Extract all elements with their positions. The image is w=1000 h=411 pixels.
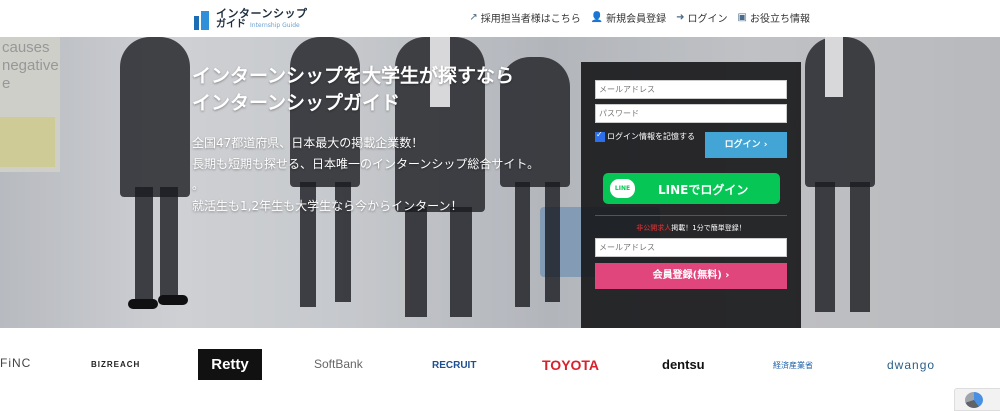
sign-in-icon: ➜ <box>676 12 685 23</box>
logo-main-text: インターンシップ <box>216 7 308 20</box>
register-email-input[interactable] <box>595 238 787 257</box>
logo-dwango: dwango <box>887 358 936 372</box>
header-nav: ↗ 採用担当者様はこちら 👤 新規会員登録 ➜ ログイン ▣ お役立ち情報 <box>469 10 810 25</box>
logo-meti: 経済産業省 <box>773 361 813 370</box>
hero-title-line: インターンシップガイド <box>192 92 401 114</box>
logo-sub-text: ガイド <box>216 19 246 30</box>
user-plus-icon: 👤 <box>590 12 604 23</box>
site-logo[interactable]: インターンシップ ガイド Internship Guide <box>192 6 307 32</box>
logo-dentsu: dentsu <box>662 357 705 372</box>
hero-title: インターンシップを大学生が探すなら インターンシップガイド <box>192 63 514 117</box>
line-icon: LINE <box>610 179 635 198</box>
logo-bizreach: BIZREACH <box>91 360 141 369</box>
hero-title-line: インターンシップを大学生が探すなら <box>192 65 515 87</box>
nav-register-label: 新規会員登録 <box>606 14 667 25</box>
hero-description: 全国47都道府県、日本最大の掲載企業数！ 長期も短期も探せる、日本唯一のインター… <box>192 133 539 217</box>
logo-retty: Retty <box>198 349 262 380</box>
recaptcha-icon <box>965 392 983 408</box>
line-login-label: LINEでログイン <box>658 183 749 197</box>
login-button[interactable]: ログイン › <box>705 132 787 158</box>
nav-login-label: ログイン <box>687 14 728 25</box>
login-email-input[interactable] <box>595 80 787 99</box>
remember-label: ログイン情報を記憶する <box>607 132 695 141</box>
external-link-icon: ↗ <box>469 12 478 23</box>
remember-checkbox[interactable] <box>595 130 605 142</box>
logo-mark-icon <box>192 8 212 30</box>
nav-info-link[interactable]: ▣ お役立ち情報 <box>738 10 810 25</box>
hero-desc-line: 就活生も1,2年生も大学生なら今からインターン！ <box>192 199 463 213</box>
logo-toyota: TOYOTA <box>542 357 600 373</box>
login-panel: ログイン情報を記憶する ログイン › LINE LINEでログイン 非公開求人掲… <box>581 62 801 328</box>
hero-desc-line: 全国47都道府県、日本最大の掲載企業数！ <box>192 136 424 150</box>
register-promo: 非公開求人掲載！1分で簡単登録！ <box>581 223 801 233</box>
line-login-button[interactable]: LINE LINEでログイン <box>603 173 780 204</box>
nav-info-label: お役立ち情報 <box>750 14 810 25</box>
nav-recruiter-link[interactable]: ↗ 採用担当者様はこちら <box>469 10 580 25</box>
hero-desc-line: 長期も短期も探せる、日本唯一のインターンシップ総合サイト。 <box>192 157 540 171</box>
book-icon: ▣ <box>737 12 747 23</box>
nav-recruiter-label: 採用担当者様はこちら <box>480 14 581 25</box>
nav-login-link[interactable]: ➜ ログイン <box>676 10 727 25</box>
nav-register-link[interactable]: 👤 新規会員登録 <box>591 10 666 25</box>
site-header: インターンシップ ガイド Internship Guide ↗ 採用担当者様はこち… <box>0 0 1000 37</box>
recaptcha-badge[interactable] <box>954 388 1000 411</box>
hero-section: causes negative e インターンシップを大学生が探すなら インター… <box>0 37 1000 328</box>
hero-desc-line: 。 <box>192 178 205 192</box>
logo-tagline: Internship Guide <box>250 22 300 29</box>
remember-me[interactable]: ログイン情報を記憶する <box>595 130 695 142</box>
logo-softbank: SoftBank <box>314 357 363 371</box>
logo-recruit: RECRUIT <box>432 360 477 371</box>
register-button[interactable]: 会員登録(無料) › <box>595 263 787 289</box>
promo-text: 掲載！1分で簡単登録！ <box>671 224 746 232</box>
logo-finc: FiNC <box>0 356 32 370</box>
login-password-input[interactable] <box>595 104 787 123</box>
panel-divider <box>595 215 787 216</box>
company-logos: FiNC BIZREACH Retty SoftBank RECRUIT TOY… <box>0 328 1000 409</box>
promo-highlight: 非公開求人 <box>636 224 672 232</box>
